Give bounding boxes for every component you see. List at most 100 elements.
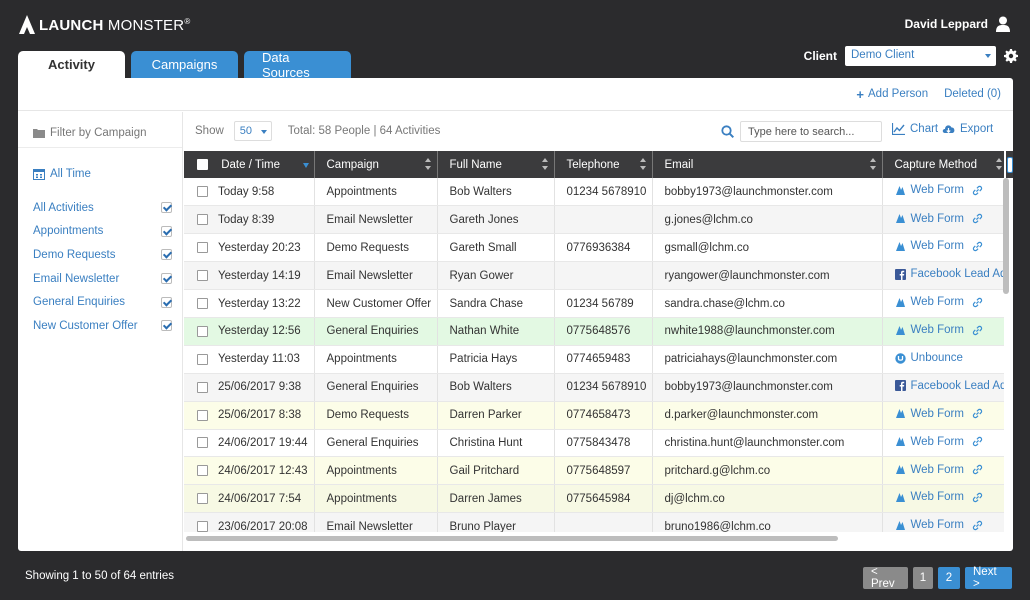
checkbox-checked[interactable] — [161, 249, 172, 261]
table-row[interactable]: Yesterday 13:22 New Customer Offer Sandra … — [184, 289, 1004, 318]
link-icon[interactable] — [972, 325, 983, 336]
time-filter[interactable]: All Time — [18, 148, 182, 188]
deleted-link[interactable]: Deleted (0) — [944, 88, 1001, 100]
table-row[interactable]: Yesterday 20:23 Demo Requests Gareth Small… — [184, 233, 1004, 263]
campaign-filter-item[interactable]: Email Newsletter — [18, 267, 182, 291]
next-page-button[interactable]: Next > — [965, 566, 1012, 590]
table-row[interactable]: 25/06/2017 9:38 General Enquiries Bob Walt… — [184, 373, 1004, 402]
column-header-capture-method[interactable]: Capture Method — [882, 151, 1004, 178]
link-icon[interactable] — [972, 408, 983, 419]
campaign-filter-item[interactable]: Appointments — [18, 220, 182, 244]
table-row[interactable]: Yesterday 12:56 General Enquiries Nathan W… — [184, 317, 1004, 346]
column-header-email[interactable]: Email — [652, 151, 883, 178]
gear-icon[interactable] — [1004, 49, 1018, 63]
row-checkbox[interactable] — [197, 325, 208, 337]
table-row[interactable]: 24/06/2017 19:44 General Enquiries Christi… — [184, 429, 1004, 458]
checkbox-checked[interactable] — [161, 225, 172, 237]
capture-method-link[interactable]: Web Form — [895, 519, 983, 531]
tab-data-sources[interactable]: Data Sources — [244, 50, 351, 80]
capture-method-link[interactable]: Web Form — [895, 213, 983, 225]
link-icon[interactable] — [972, 492, 983, 503]
table-row[interactable]: Today 9:58 Appointments Bob Walters 01234 5… — [184, 178, 1004, 207]
capture-method-link[interactable]: Unbounce — [894, 352, 963, 364]
page-2-button[interactable]: 2 — [938, 567, 960, 589]
table-row[interactable]: 23/06/2017 20:08 Email Newsletter Bruno Pl… — [184, 512, 1004, 532]
page-size-select[interactable]: 50 — [233, 121, 272, 141]
row-checkbox[interactable] — [197, 270, 208, 282]
row-checkbox[interactable] — [197, 493, 208, 505]
link-icon[interactable] — [972, 185, 983, 196]
search-input[interactable] — [740, 121, 882, 142]
row-checkbox[interactable] — [197, 353, 208, 365]
campaign-filter-item[interactable]: General Enquiries — [18, 290, 182, 314]
capture-method-link[interactable]: Facebook Lead Ad — [894, 268, 1005, 281]
capture-method-link[interactable]: Web Form — [895, 324, 983, 336]
link-icon[interactable] — [972, 520, 983, 531]
campaign-cell: General Enquiries — [314, 429, 438, 458]
campaign-filter-item[interactable]: Demo Requests — [18, 243, 182, 267]
capture-method-link[interactable]: Web Form — [895, 464, 983, 476]
capture-method-link[interactable]: Web Form — [895, 491, 983, 503]
page-1-button[interactable]: 1 — [913, 567, 933, 589]
campaign-filter-item[interactable]: New Customer Offer — [18, 314, 182, 338]
column-header-campaign[interactable]: Campaign — [314, 151, 438, 178]
facebook-icon — [894, 380, 906, 392]
horizontal-scrollbar[interactable] — [186, 536, 838, 541]
column-header-date[interactable]: Date / Time — [184, 151, 315, 178]
client-select[interactable]: Demo Client — [845, 46, 996, 66]
row-checkbox[interactable] — [197, 465, 208, 477]
checkbox-checked[interactable] — [161, 296, 172, 308]
prev-page-button[interactable]: < Prev — [863, 566, 908, 590]
link-icon[interactable] — [972, 297, 983, 308]
capture-method-link[interactable]: Facebook Lead Ad — [894, 380, 1004, 392]
chart-button[interactable]: Chart — [892, 123, 938, 135]
add-person-button[interactable]: + Add Person — [856, 87, 928, 102]
checkbox-checked[interactable] — [161, 202, 172, 214]
app-logo[interactable]: LAUNCH MONSTER® — [18, 15, 190, 35]
capture-method-label: Facebook Lead Ad — [910, 268, 1005, 281]
row-checkbox[interactable] — [197, 297, 208, 309]
capture-method-label: Web Form — [910, 324, 964, 337]
export-button[interactable]: Export — [942, 123, 993, 135]
activity-table-container[interactable]: Date / Time Campaign Full Name Telephone… — [184, 151, 1004, 532]
column-header-full-name[interactable]: Full Name — [437, 151, 555, 178]
capture-method-link[interactable]: Web Form — [895, 436, 983, 448]
table-row[interactable]: Today 8:39 Email Newsletter Gareth Jones g.… — [184, 205, 1004, 235]
row-checkbox[interactable] — [197, 381, 208, 393]
table-header-row: Date / Time Campaign Full Name Telephone… — [184, 151, 1004, 178]
checkbox-checked[interactable] — [161, 273, 172, 285]
full-name-cell: Darren Parker — [437, 401, 555, 430]
vertical-scrollbar[interactable] — [1003, 178, 1009, 294]
row-checkbox[interactable] — [197, 186, 208, 198]
capture-method-link[interactable]: Web Form — [895, 184, 983, 196]
link-icon[interactable] — [972, 213, 983, 224]
table-row[interactable]: Yesterday 14:19 Email Newsletter Ryan Gowe… — [184, 261, 1005, 291]
tab-campaigns[interactable]: Campaigns — [131, 51, 238, 78]
column-toggle[interactable] — [1007, 157, 1013, 173]
table-row[interactable]: 24/06/2017 12:43 Appointments Gail Pritcha… — [184, 456, 1004, 486]
link-icon[interactable] — [972, 464, 983, 475]
link-icon[interactable] — [972, 241, 983, 252]
capture-method-link[interactable]: Web Form — [895, 408, 983, 420]
column-header-telephone[interactable]: Telephone — [554, 151, 653, 178]
user-menu[interactable]: David Leppard — [905, 16, 1010, 32]
table-row[interactable]: 24/06/2017 7:54 Appointments Darren James 0… — [184, 484, 1004, 514]
tab-activity[interactable]: Activity — [18, 51, 125, 78]
table-row[interactable]: 25/06/2017 8:38 Demo Requests Darren Parke… — [184, 401, 1004, 430]
select-all-checkbox[interactable] — [197, 158, 208, 170]
row-checkbox[interactable] — [197, 437, 208, 449]
user-icon — [996, 16, 1010, 32]
campaign-cell: Demo Requests — [314, 401, 438, 430]
row-checkbox[interactable] — [197, 242, 208, 254]
row-checkbox[interactable] — [197, 521, 208, 532]
capture-method-cell: Web Form — [882, 205, 1004, 235]
table-row[interactable]: Yesterday 11:03 Appointments Patricia Hays… — [184, 345, 1004, 374]
row-checkbox[interactable] — [197, 214, 208, 226]
capture-method-link[interactable]: Web Form — [895, 240, 983, 252]
campaign-filter-item[interactable]: All Activities — [18, 196, 182, 220]
row-checkbox[interactable] — [197, 409, 208, 421]
full-name-cell: Gareth Jones — [437, 205, 555, 235]
link-icon[interactable] — [972, 436, 983, 447]
capture-method-link[interactable]: Web Form — [895, 296, 983, 308]
checkbox-checked[interactable] — [161, 320, 172, 332]
